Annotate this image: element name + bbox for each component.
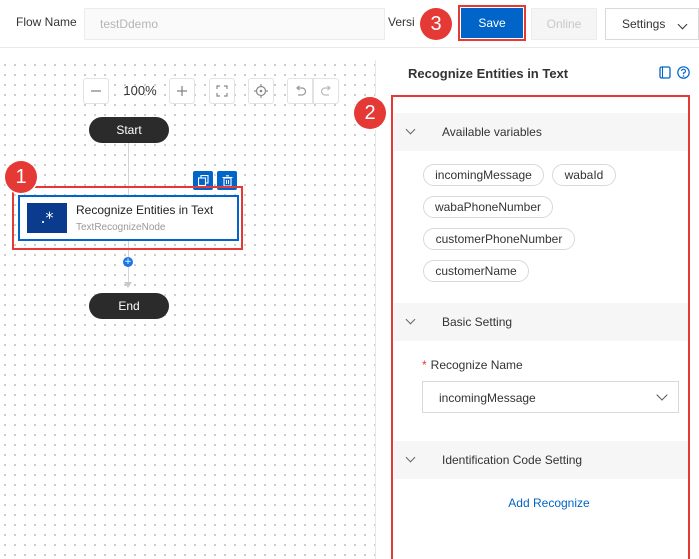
save-button[interactable]: Save: [458, 5, 526, 41]
panel-highlight: [391, 95, 690, 559]
plus-icon: [177, 86, 187, 96]
zoom-level: 100%: [123, 83, 157, 98]
help-icon[interactable]: [677, 66, 690, 79]
node-title: Recognize Entities in Text: [76, 203, 214, 217]
zoom-in-button[interactable]: [169, 78, 195, 104]
callout-1: 1: [5, 161, 37, 193]
callout-2: 2: [354, 97, 386, 129]
undo-icon: [295, 85, 306, 96]
locate-button[interactable]: [248, 78, 274, 104]
minus-icon: [91, 90, 101, 92]
version-label: Version: [388, 15, 414, 29]
undo-button[interactable]: [287, 78, 313, 104]
add-node-icon[interactable]: +: [123, 257, 133, 267]
callout-3: 3: [420, 8, 452, 40]
settings-button[interactable]: Settings: [605, 8, 699, 40]
online-button[interactable]: Online: [531, 8, 597, 40]
recognize-entities-node[interactable]: .* Recognize Entities in Text TextRecogn…: [18, 195, 239, 241]
flow-name-input[interactable]: testDdemo: [84, 8, 385, 40]
copy-icon: [197, 175, 209, 186]
fullscreen-icon: [216, 85, 228, 97]
redo-icon: [320, 85, 331, 96]
arrow-down-icon: [124, 282, 132, 288]
redo-button[interactable]: [313, 78, 339, 104]
flow-name-label: Flow Name: [16, 15, 77, 29]
settings-label: Settings: [622, 17, 666, 31]
book-icon[interactable]: [659, 66, 671, 79]
start-node[interactable]: Start: [89, 117, 169, 143]
trash-icon: [222, 174, 232, 187]
flow-canvas[interactable]: 100% Start .* Recognize Entities in Text…: [0, 60, 376, 559]
chevron-down-icon: [677, 19, 688, 30]
zoom-out-button[interactable]: [83, 78, 109, 104]
regex-icon: .*: [27, 203, 67, 233]
top-bar: Flow Name testDdemo Version Save Online …: [0, 0, 699, 48]
crosshair-icon: [254, 84, 268, 98]
fit-view-button[interactable]: [209, 78, 235, 104]
node-type: TextRecognizeNode: [76, 222, 166, 233]
panel-icons: [659, 66, 690, 79]
node-settings-panel: Recognize Entities in Text Available var…: [377, 48, 699, 559]
end-node[interactable]: End: [89, 293, 169, 319]
panel-title: Recognize Entities in Text: [408, 66, 569, 81]
